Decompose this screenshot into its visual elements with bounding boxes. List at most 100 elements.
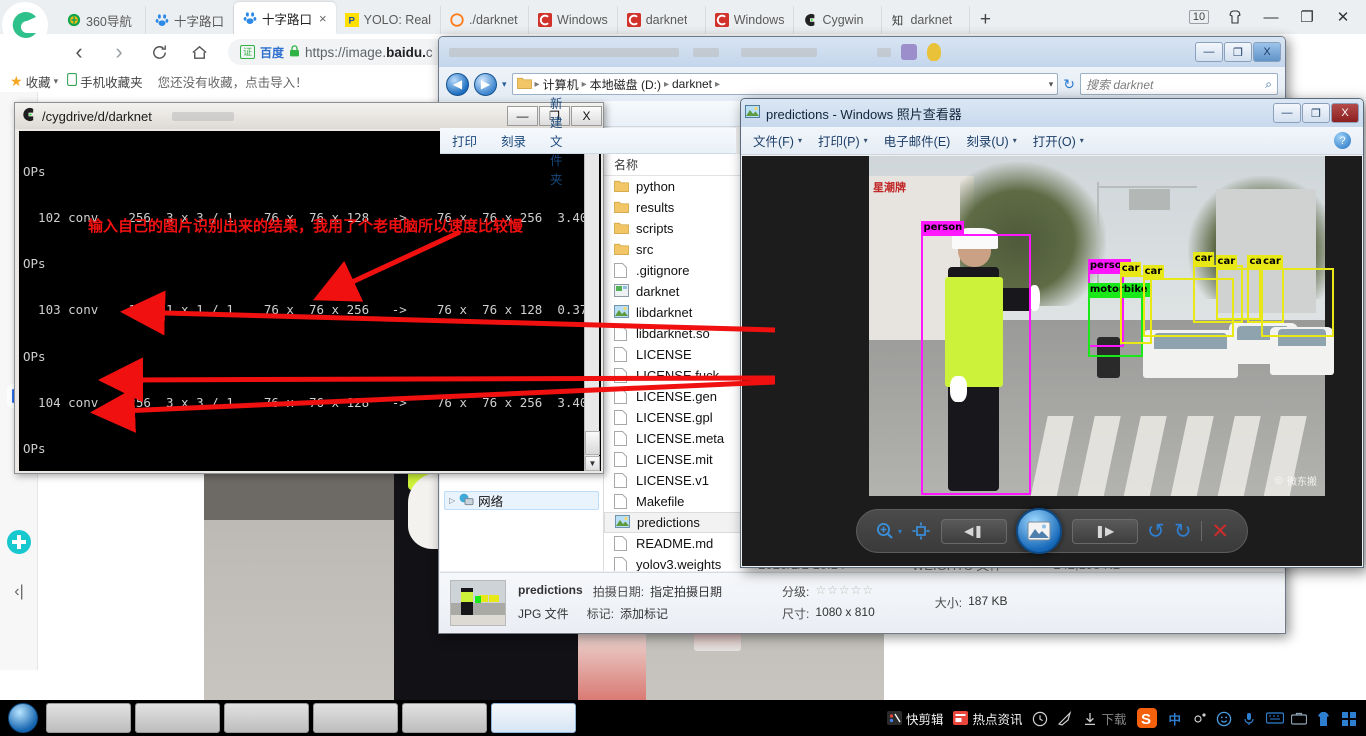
slideshow-button[interactable] <box>1016 508 1063 554</box>
tab-count-badge[interactable]: 10 <box>1182 2 1216 32</box>
tray-news[interactable]: 热点资讯 <box>953 709 1022 728</box>
taskbar-item-3[interactable] <box>313 703 398 733</box>
collapse-rail-button[interactable]: ‹| <box>7 580 31 604</box>
tray-download[interactable]: 下载 <box>1082 709 1126 728</box>
back-button[interactable]: ‹ <box>60 37 98 67</box>
apps-icon[interactable] <box>1341 711 1356 726</box>
browser-tab-7[interactable]: Windows <box>706 6 795 34</box>
taskbar-item-0[interactable] <box>46 703 131 733</box>
scroll-down-arrow[interactable]: ▼ <box>585 456 600 471</box>
breadcrumb-item-0[interactable]: 计算机 <box>543 76 579 93</box>
forward-button[interactable]: › <box>100 37 138 67</box>
tray-kuaijianji[interactable]: 快剪辑 <box>886 709 943 728</box>
explorer-back-button[interactable]: ◀ <box>446 72 469 96</box>
mobile-favorites-button[interactable]: 手机收藏夹 <box>67 72 143 91</box>
start-button[interactable] <box>0 701 46 735</box>
next-image-button[interactable]: ❚▶ <box>1071 518 1138 544</box>
browser-maximize-button[interactable]: ❐ <box>1290 2 1324 32</box>
chevron-down-icon[interactable]: ▾ <box>54 76 59 87</box>
browser-tab-9[interactable]: 知 darknet <box>882 6 971 34</box>
explorer-search-input[interactable]: 搜索 darknet ⌕ <box>1080 73 1278 95</box>
delete-icon[interactable]: ✕ <box>1211 519 1229 544</box>
explorer-titlebar[interactable]: — ❐ X <box>439 37 1285 67</box>
rotate-left-icon[interactable]: ↺ <box>1147 519 1165 544</box>
breadcrumb-item-2[interactable]: darknet <box>672 77 712 91</box>
browser-close-button[interactable]: ✕ <box>1326 2 1360 32</box>
explorer-breadcrumb[interactable]: ▸ 计算机 ▸ 本地磁盘 (D:) ▸ darknet ▸ ▾ <box>511 73 1059 95</box>
zoom-icon[interactable]: ▾ <box>875 521 902 541</box>
help-icon[interactable]: ? <box>1334 132 1351 149</box>
cygwin-titlebar[interactable]: /cygdrive/d/darknet — ❐ X <box>15 103 603 129</box>
skin-icon[interactable] <box>1218 2 1252 32</box>
cygwin-minimize-button[interactable]: — <box>507 106 538 126</box>
ime-settings-icon[interactable] <box>1191 711 1206 726</box>
browser-tab-1[interactable]: 十字路口 <box>146 6 235 34</box>
explorer-maximize-button[interactable]: ❐ <box>1224 42 1252 62</box>
new-tab-button[interactable]: + <box>970 6 1000 34</box>
explorer-history-dropdown[interactable]: ▾ <box>502 79 507 90</box>
photoviewer-minimize-button[interactable]: — <box>1273 103 1301 123</box>
browser-tab-8[interactable]: Cygwin <box>794 6 883 34</box>
browser-tab-5[interactable]: Windows <box>529 6 618 34</box>
fit-to-window-icon[interactable] <box>911 521 931 541</box>
menu-open[interactable]: 打开(O) ▾ <box>1033 131 1084 150</box>
browser-tab-6[interactable]: darknet <box>618 6 706 34</box>
explorer-cmd-burn[interactable]: 刻录 <box>501 131 526 150</box>
rocket-icon[interactable] <box>1057 710 1072 726</box>
explorer-minimize-button[interactable]: — <box>1195 42 1223 62</box>
microphone-icon[interactable] <box>1241 711 1256 726</box>
photoviewer-maximize-button[interactable]: ❐ <box>1302 103 1330 123</box>
explorer-cmd-newfolder[interactable]: 新建文件夹 <box>550 93 566 188</box>
keyboard-icon[interactable] <box>1265 711 1285 726</box>
menu-print[interactable]: 打印(P) ▾ <box>818 131 868 150</box>
browser-tab-2-active[interactable]: 十字路口 × <box>234 2 336 34</box>
chevron-down-icon[interactable]: ▾ <box>898 527 902 536</box>
search-icon[interactable]: ⌕ <box>1265 77 1272 92</box>
taskbar-item-5[interactable] <box>491 703 576 733</box>
shirt-icon[interactable] <box>1316 711 1331 726</box>
toolbox-icon[interactable] <box>1290 711 1308 726</box>
details-date-value[interactable]: 指定拍摄日期 <box>650 583 722 600</box>
detection-image: 星潮牌 person person motorbike car car car … <box>869 156 1335 497</box>
photoviewer-titlebar[interactable]: predictions - Windows 照片查看器 — ❐ X <box>741 99 1363 127</box>
tab-close-icon[interactable]: × <box>319 11 327 26</box>
cygwin-scrollbar[interactable]: ▲ ▼ <box>584 131 600 471</box>
taskbar-item-2[interactable] <box>224 703 309 733</box>
browser-tab-3[interactable]: P YOLO: Real <box>336 6 442 34</box>
menu-email[interactable]: 电子邮件(E) <box>884 131 951 150</box>
ime-chinese-icon[interactable]: 中 <box>1168 709 1181 728</box>
home-icon[interactable] <box>180 37 218 67</box>
scrollbar-thumb[interactable] <box>585 431 600 455</box>
breadcrumb-item-1[interactable]: 本地磁盘 (D:) <box>590 76 661 93</box>
explorer-forward-button[interactable]: ▶ <box>474 72 497 96</box>
browser-tab-4[interactable]: ./darknet <box>441 6 530 34</box>
explorer-close-button[interactable]: X <box>1253 42 1281 62</box>
cygwin-close-button[interactable]: X <box>571 106 602 126</box>
browser-tabs[interactable]: 360导航 十字路口 十字路口 × P YOLO: Real ./darknet <box>58 0 1000 34</box>
rotate-right-icon[interactable]: ↻ <box>1174 519 1192 544</box>
tree-expander-icon[interactable]: ▷ <box>449 496 455 505</box>
cygwin-console-output[interactable]: OPs 102 conv 256 3 x 3 / 1 76 x 76 x 128… <box>19 131 601 471</box>
photoviewer-close-button[interactable]: X <box>1331 103 1359 123</box>
reload-icon[interactable] <box>140 37 178 67</box>
menu-burn[interactable]: 刻录(U) ▾ <box>966 131 1016 150</box>
favorites-button[interactable]: ★ 收藏 ▾ <box>10 72 58 91</box>
previous-image-button[interactable]: ◀❚ <box>940 518 1007 544</box>
taskbar-item-4[interactable] <box>402 703 487 733</box>
details-rating-stars[interactable]: ☆☆☆☆☆ <box>815 583 874 600</box>
clock-icon[interactable] <box>1032 711 1048 726</box>
tree-item-network[interactable]: ▷ 网络 <box>444 491 599 510</box>
health-app-icon[interactable] <box>7 530 31 554</box>
smiley-icon[interactable] <box>1216 711 1232 726</box>
sogou-icon[interactable]: S <box>1136 707 1158 729</box>
breadcrumb-dropdown-icon[interactable]: ▾ <box>1049 79 1054 90</box>
details-tag-value[interactable]: 添加标记 <box>620 605 668 622</box>
photo-viewer-window: predictions - Windows 照片查看器 — ❐ X 文件(F) ▾… <box>740 98 1364 568</box>
explorer-refresh-icon[interactable]: ↻ <box>1063 76 1075 93</box>
browser-minimize-button[interactable]: — <box>1254 2 1288 32</box>
photoviewer-image-canvas[interactable]: 星潮牌 person person motorbike car car car … <box>742 156 1362 497</box>
browser-tab-0[interactable]: 360导航 <box>58 6 146 34</box>
menu-file[interactable]: 文件(F) ▾ <box>753 131 802 150</box>
explorer-cmd-print[interactable]: 打印 <box>452 131 477 150</box>
taskbar-item-1[interactable] <box>135 703 220 733</box>
